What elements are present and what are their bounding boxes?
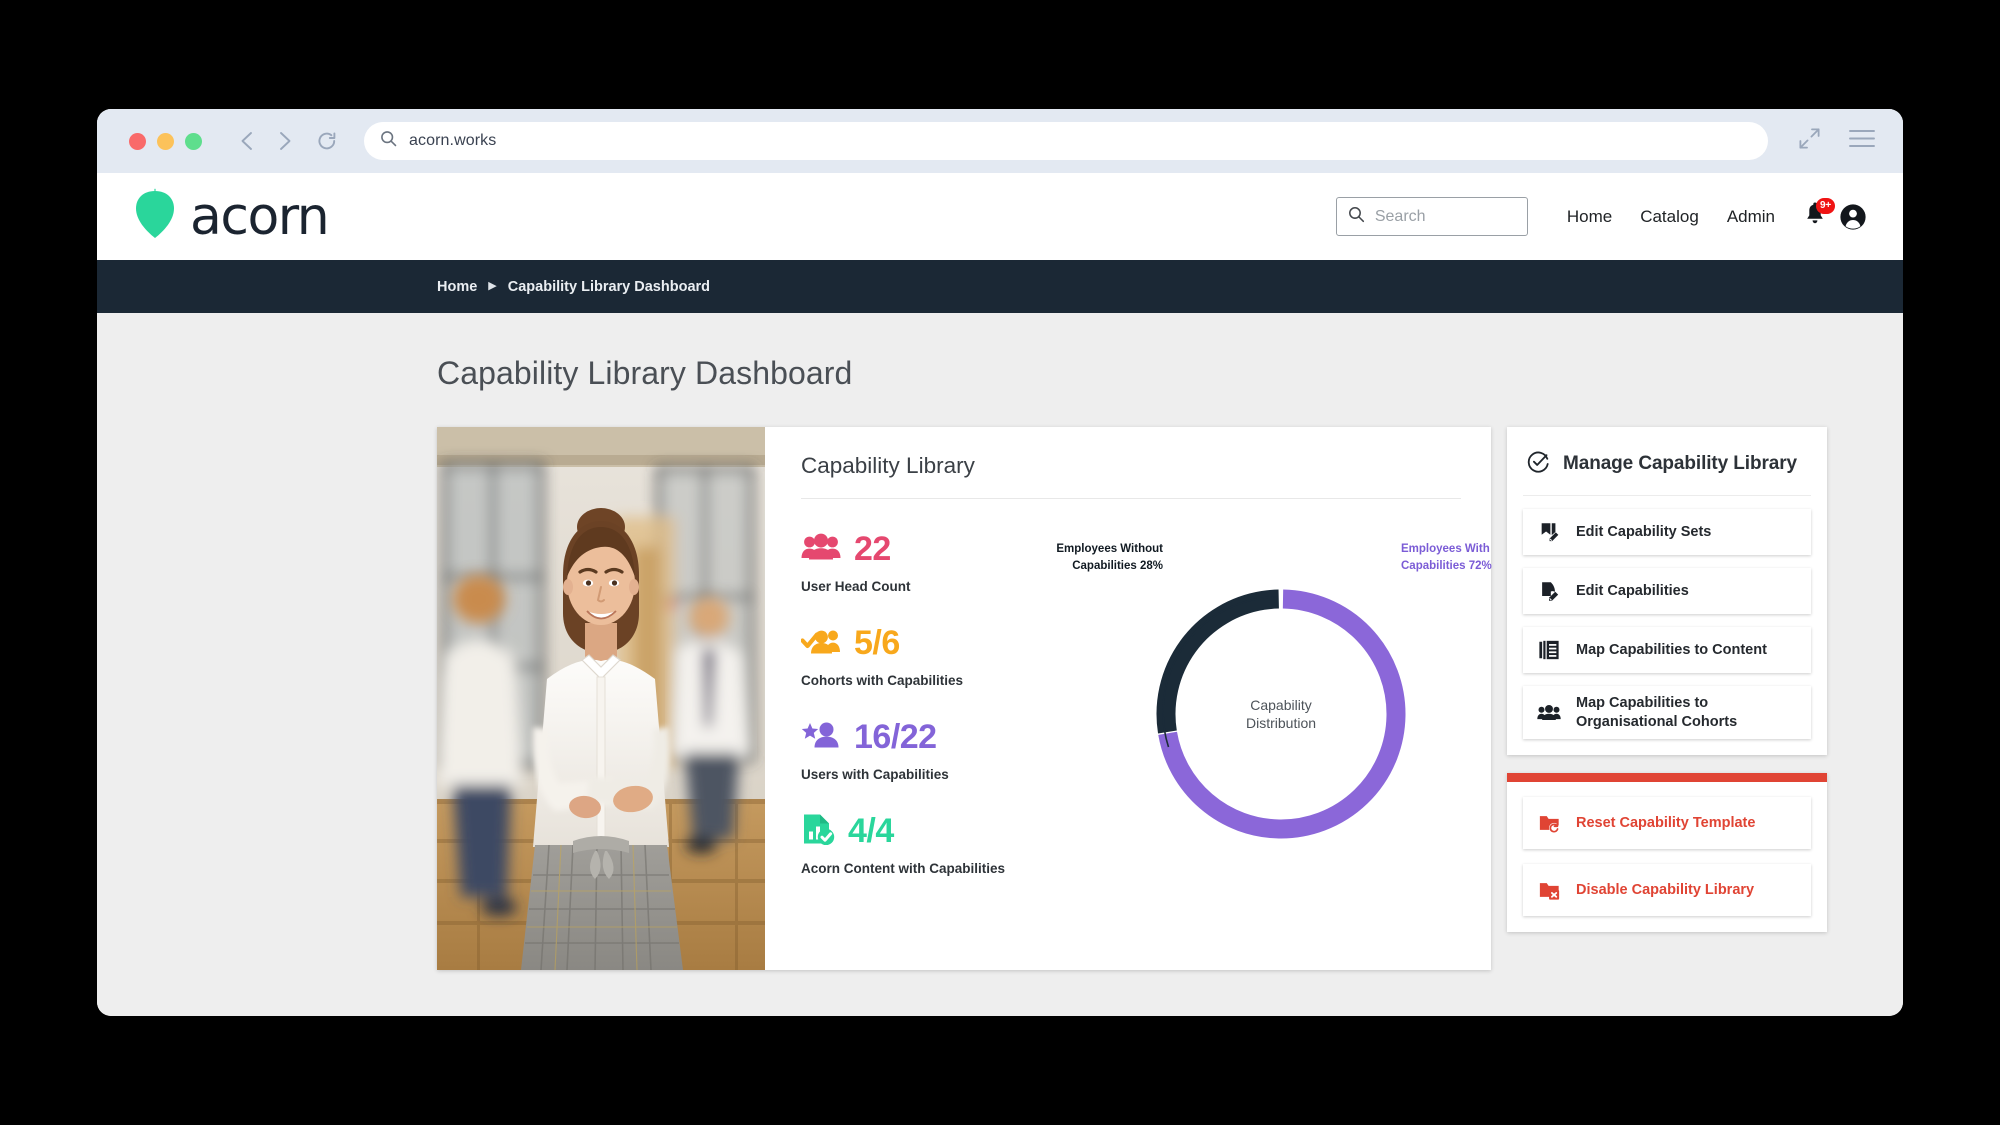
address-bar[interactable]: acorn.works <box>364 122 1768 160</box>
breadcrumb-item-home[interactable]: Home <box>437 279 477 295</box>
disable-capability-library-button[interactable]: Disable Capability Library <box>1523 864 1811 917</box>
danger-actions-panel: Reset Capability Template Disable Capabi… <box>1507 773 1827 933</box>
breadcrumb-item-current: Capability Library Dashboard <box>507 278 711 295</box>
folder-reset-icon <box>1537 812 1561 834</box>
people-check-icon <box>800 627 841 660</box>
stat-acorn-content-with-capabilities: 4/4 Acorn Content with Capabilities <box>801 809 1101 876</box>
people-group-icon <box>1537 703 1561 722</box>
browser-nav-buttons <box>238 130 338 152</box>
browser-window: acorn.works acorn Search Home Catalog Ad… <box>97 109 1903 1016</box>
person-star-icon <box>801 721 841 754</box>
minimize-window-button[interactable] <box>157 132 174 150</box>
content-pages-icon <box>1537 639 1561 661</box>
stat-value: 5/6 <box>854 624 900 662</box>
edit-book-icon <box>1537 521 1561 543</box>
action-label: Edit Capabilities <box>1576 582 1689 599</box>
capability-library-card: Capability Library 22 User Head Count 5/… <box>437 427 1492 970</box>
right-column: Manage Capability Library Edit Capabilit… <box>1507 427 1827 933</box>
donut-chart-svg <box>1156 589 1406 839</box>
map-capabilities-to-cohorts-button[interactable]: Map Capabilities to Organisational Cohor… <box>1523 686 1811 740</box>
chart-label-with-line1: Employees With <box>1401 543 1490 555</box>
chart-label-with-line2: Capabilities 72% <box>1401 559 1492 572</box>
browser-chrome-right-controls <box>1798 127 1875 155</box>
nav-link-admin[interactable]: Admin <box>1727 207 1775 227</box>
nav-link-catalog[interactable]: Catalog <box>1640 207 1699 227</box>
capability-distribution-chart: Capability Distribution Employees Withou… <box>1056 527 1492 950</box>
chart-label-without-line1: Employees Without <box>1056 543 1163 555</box>
edit-capability-sets-button[interactable]: Edit Capability Sets <box>1523 509 1811 555</box>
url-text: acorn.works <box>409 132 497 149</box>
card-inner: 22 User Head Count 5/6 Cohorts with Capa… <box>800 499 1492 950</box>
edit-page-icon <box>1537 580 1561 602</box>
chart-label-with-capabilities: Employees With Capabilities 72% <box>1401 541 1551 574</box>
search-input[interactable]: Search <box>1335 197 1528 236</box>
card-content: Capability Library 22 User Head Count 5/… <box>765 427 1492 970</box>
chart-label-without-capabilities: Employees Without Capabilities 28% <box>993 541 1163 574</box>
manage-panel-header: Manage Capability Library <box>1523 450 1811 496</box>
stat-value: 4/4 <box>848 812 894 850</box>
close-window-button[interactable] <box>129 132 146 150</box>
search-placeholder: Search <box>1374 207 1426 225</box>
stat-value: 22 <box>854 530 891 568</box>
action-label: Disable Capability Library <box>1576 881 1755 898</box>
stat-label: Cohorts with Capabilities <box>801 673 964 688</box>
page-body: Capability Library Dashboard Capability … <box>97 313 1903 1016</box>
content-row: Capability Library 22 User Head Count 5/… <box>437 427 1827 970</box>
stat-users-with-capabilities: 16/22 Users with Capabilities <box>801 715 1101 782</box>
reset-capability-template-button[interactable]: Reset Capability Template <box>1523 797 1811 850</box>
traffic-lights <box>129 132 202 150</box>
stat-label: Users with Capabilities <box>801 767 949 782</box>
people-group-icon <box>801 533 841 566</box>
hamburger-menu-icon[interactable] <box>1849 129 1875 153</box>
manage-panel-title: Manage Capability Library <box>1563 453 1798 474</box>
stat-cohorts-with-capabilities: 5/6 Cohorts with Capabilities <box>800 621 1101 688</box>
page-title: Capability Library Dashboard <box>437 355 853 391</box>
manage-capability-library-panel: Manage Capability Library Edit Capabilit… <box>1507 427 1827 756</box>
user-avatar-icon[interactable] <box>1839 203 1867 231</box>
map-capabilities-to-content-button[interactable]: Map Capabilities to Content <box>1523 627 1811 673</box>
browser-chrome-bar: acorn.works <box>97 109 1903 173</box>
slice-employees-without-capabilities <box>1156 589 1406 839</box>
edit-capabilities-button[interactable]: Edit Capabilities <box>1523 568 1811 614</box>
header-right-controls: Search Home Catalog Admin 9+ <box>1335 197 1867 236</box>
site-header: acorn Search Home Catalog Admin 9+ <box>97 173 1903 260</box>
acorn-leaf-icon <box>133 188 177 245</box>
stats-column: 22 User Head Count 5/6 Cohorts with Capa… <box>800 527 1101 950</box>
action-label: Map Capabilities to Organisational Cohor… <box>1576 695 1738 730</box>
search-icon <box>1348 206 1365 228</box>
notification-badge: 9+ <box>1816 197 1835 214</box>
breadcrumb-separator-icon: ▶ <box>488 280 497 292</box>
acorn-logo[interactable]: acorn <box>133 186 330 247</box>
hero-photo <box>437 427 765 970</box>
notifications-button[interactable]: 9+ <box>1803 197 1835 232</box>
card-title: Capability Library <box>801 453 1461 499</box>
chevron-left-icon[interactable] <box>238 130 255 152</box>
chart-label-without-line2: Capabilities 28% <box>1072 559 1163 572</box>
acorn-logo-text: acorn <box>190 186 330 247</box>
breadcrumb: Home ▶ Capability Library Dashboard <box>97 260 1903 313</box>
expand-arrows-icon[interactable] <box>1798 127 1821 155</box>
action-label: Map Capabilities to Content <box>1576 641 1767 658</box>
folder-x-icon <box>1537 879 1561 901</box>
check-circle-icon <box>1527 450 1550 478</box>
chevron-right-icon[interactable] <box>277 130 294 152</box>
maximize-window-button[interactable] <box>185 132 202 150</box>
stat-value: 16/22 <box>854 718 937 756</box>
stat-label: Acorn Content with Capabilities <box>801 861 1006 876</box>
stat-label: User Head Count <box>801 579 911 594</box>
nav-link-home[interactable]: Home <box>1567 207 1612 227</box>
action-label: Edit Capability Sets <box>1576 523 1712 540</box>
reload-icon[interactable] <box>316 130 338 152</box>
search-icon <box>380 130 397 152</box>
document-chart-check-icon <box>801 813 835 850</box>
action-label: Reset Capability Template <box>1576 814 1756 831</box>
